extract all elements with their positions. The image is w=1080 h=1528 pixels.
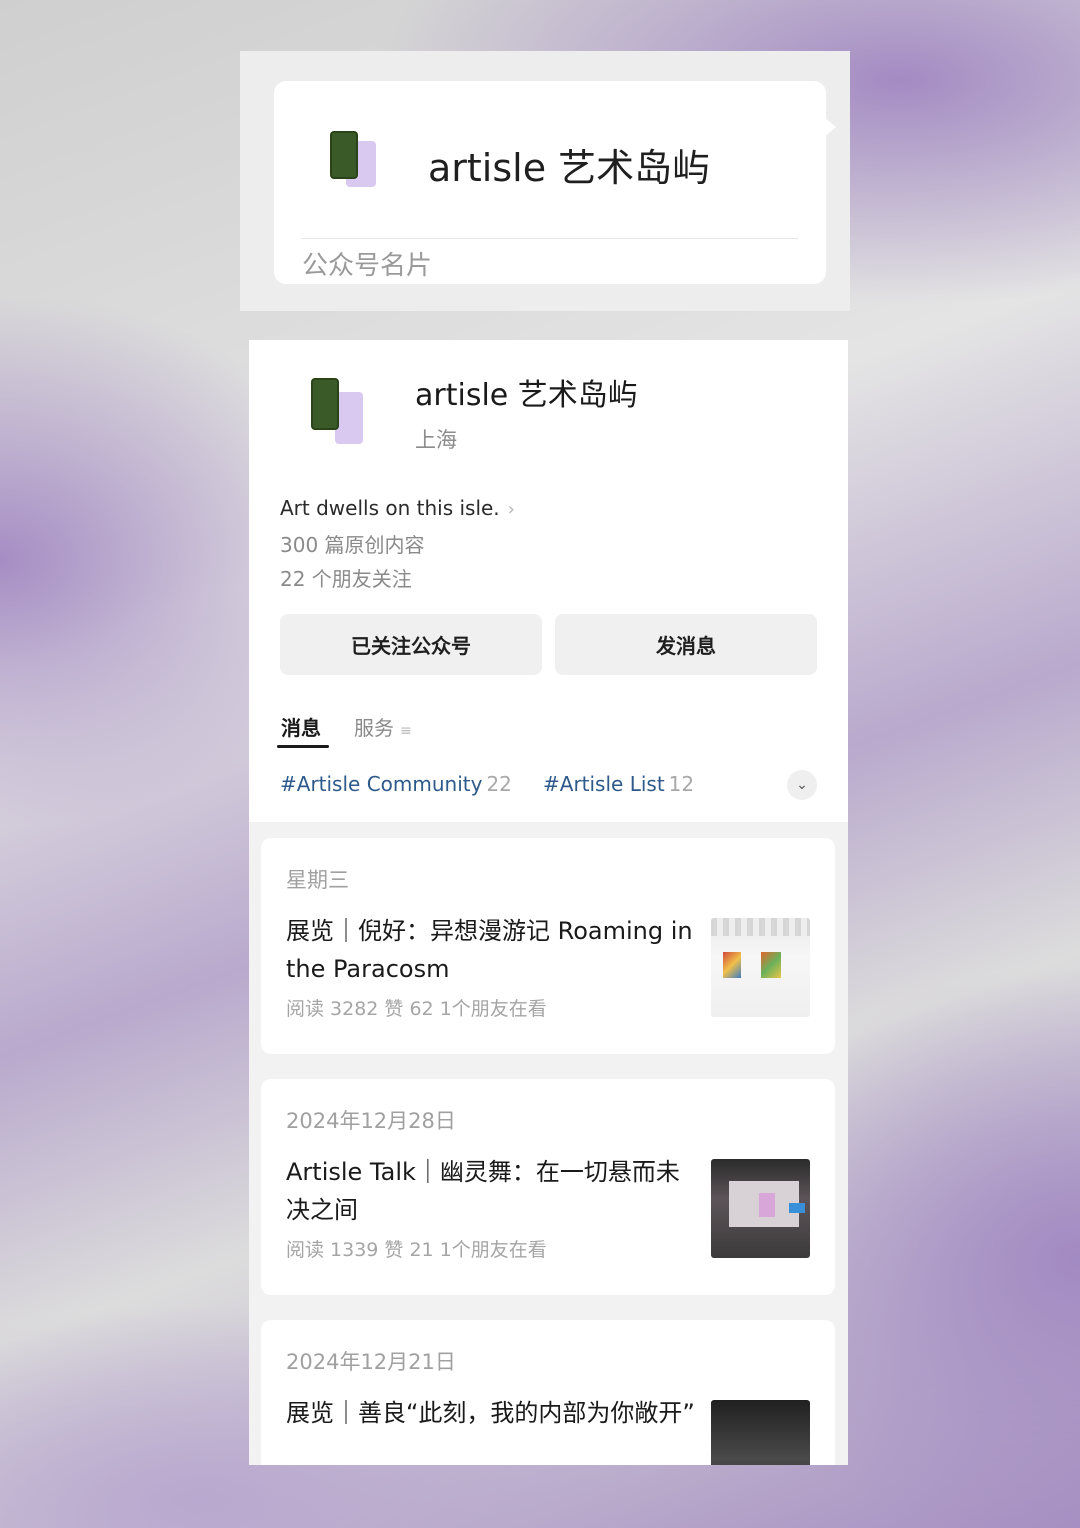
article-title: 展览｜倪好：异想漫游记 Roaming in the Paracosm (286, 917, 693, 983)
name-card-title: artisle 艺术岛屿 (428, 146, 711, 190)
expand-tags-button[interactable]: ⌄ (787, 770, 817, 800)
account-location: 上海 (415, 428, 457, 452)
article-card[interactable]: 2024年12月28日 Artisle Talk｜幽灵舞：在一切悬而未决之间 阅… (261, 1079, 835, 1295)
painting (761, 952, 781, 978)
account-name: artisle 艺术岛屿 (415, 378, 638, 413)
gallery-ceiling (711, 918, 810, 936)
followed-button[interactable]: 已关注公众号 (280, 614, 542, 675)
article-stats: 阅读 1339 赞 21 1个朋友在看 (286, 1239, 547, 1261)
article-card[interactable]: 星期三 展览｜倪好：异想漫游记 Roaming in the Paracosm … (261, 838, 835, 1054)
tab-services-label: 服务 (354, 716, 394, 740)
account-description[interactable]: Art dwells on this isle. › (280, 496, 515, 520)
official-account-profile: artisle 艺术岛屿 上海 Art dwells on this isle.… (249, 340, 848, 1465)
tag-artisle-list[interactable]: #Artisle List 12 (543, 772, 694, 796)
article-card[interactable]: 2024年12月21日 展览｜善良“此刻，我的内部为你敞开” (261, 1320, 835, 1465)
name-card-bubble[interactable]: artisle 艺术岛屿 公众号名片 (274, 81, 836, 284)
tag-label: #Artisle List (543, 772, 665, 796)
original-count[interactable]: 300 篇原创内容 (280, 529, 425, 558)
article-title: 展览｜善良“此刻，我的内部为你敞开” (286, 1399, 695, 1427)
artisle-logo (330, 131, 384, 191)
menu-icon: ≡ (400, 723, 412, 739)
tag-count: 22 (486, 772, 512, 796)
tag-artisle-community[interactable]: #Artisle Community 22 (280, 772, 512, 796)
profile-avatar[interactable] (311, 378, 367, 444)
article-date: 星期三 (286, 868, 349, 892)
name-card-footer: 公众号名片 (302, 251, 433, 281)
chevron-right-icon: › (507, 499, 515, 520)
artwork (759, 1193, 775, 1217)
active-tab-indicator (277, 745, 329, 748)
video-screen (789, 1203, 805, 1213)
tag-label: #Artisle Community (280, 772, 483, 796)
article-feed: 星期三 展览｜倪好：异想漫游记 Roaming in the Paracosm … (249, 822, 848, 1465)
tab-services[interactable]: 服务 ≡ (354, 712, 412, 741)
logo-front-shape (330, 131, 358, 179)
article-date: 2024年12月21日 (286, 1350, 456, 1374)
tab-messages[interactable]: 消息 (281, 712, 321, 741)
name-card-panel: artisle 艺术岛屿 公众号名片 (240, 51, 850, 311)
logo-back-shape (335, 392, 363, 444)
tag-count: 12 (668, 772, 695, 796)
friends-following[interactable]: 22 个朋友关注 (280, 563, 412, 592)
article-thumbnail (711, 918, 810, 1017)
divider (302, 238, 798, 239)
send-message-button[interactable]: 发消息 (555, 614, 817, 675)
article-stats: 阅读 3282 赞 62 1个朋友在看 (286, 998, 547, 1020)
article-thumbnail (711, 1159, 810, 1258)
article-date: 2024年12月28日 (286, 1109, 456, 1133)
logo-front-shape (311, 378, 339, 430)
article-thumbnail (711, 1400, 810, 1465)
painting (723, 952, 741, 978)
article-title: Artisle Talk｜幽灵舞：在一切悬而未决之间 (286, 1158, 680, 1224)
account-description-text: Art dwells on this isle. (280, 496, 500, 520)
chevron-down-icon: ⌄ (796, 777, 808, 793)
